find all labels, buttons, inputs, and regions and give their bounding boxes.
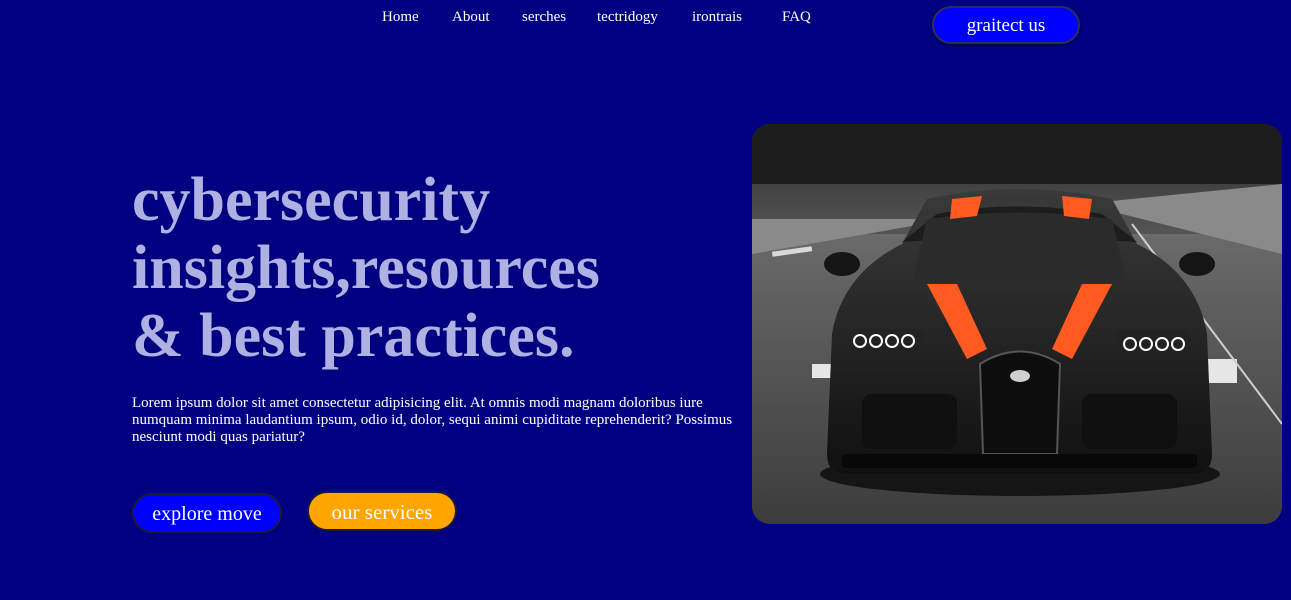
hero-car-image xyxy=(752,124,1282,524)
nav-link-home[interactable]: Home xyxy=(382,9,419,26)
contact-button[interactable]: graitect us xyxy=(932,6,1080,44)
nav-link-tectridogy[interactable]: tectridogy xyxy=(597,9,658,26)
nav-link-about[interactable]: About xyxy=(452,9,490,26)
hero-description: Lorem ipsum dolor sit amet consectetur a… xyxy=(132,395,733,445)
nav-link-faq[interactable]: FAQ xyxy=(782,9,811,26)
hero-title-line: cybersecurity xyxy=(132,166,491,234)
services-button[interactable]: our services xyxy=(307,491,457,531)
nav-link-serches[interactable]: serches xyxy=(522,9,566,26)
nav-link-irontrais[interactable]: irontrais xyxy=(692,9,742,26)
explore-button[interactable]: explore move xyxy=(132,493,282,533)
sports-car-photo-icon xyxy=(752,124,1282,524)
top-nav: Home About serches tectridogy irontrais … xyxy=(0,9,1291,29)
hero-title: cybersecurity insights,resources & best … xyxy=(132,166,600,370)
landing-page: Home About serches tectridogy irontrais … xyxy=(0,0,1291,600)
hero-title-line: insights,resources xyxy=(132,234,600,302)
hero-title-line: & best practices. xyxy=(132,302,575,370)
